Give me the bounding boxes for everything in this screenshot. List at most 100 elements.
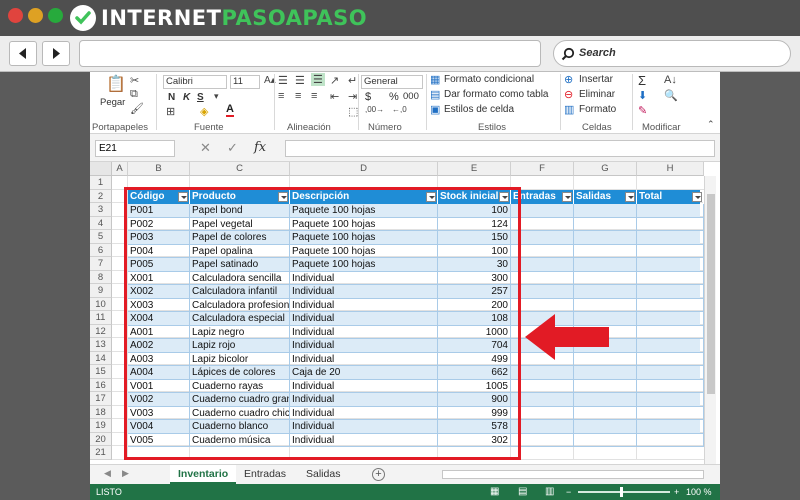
table-cell[interactable] [637,406,704,420]
zoom-slider[interactable] [578,487,670,497]
format-painter-icon[interactable]: 🖌 [130,102,144,115]
table-cell[interactable]: Individual [290,379,438,393]
filter-dropdown-icon[interactable] [562,192,572,202]
next-sheet-icon[interactable]: ▶ [122,468,129,479]
table-cell[interactable] [511,298,574,312]
table-cell[interactable]: Individual [290,339,438,353]
table-cell[interactable] [574,406,637,420]
table-cell[interactable] [511,393,574,407]
row-header[interactable]: 15 [90,365,112,379]
align-middle-icon[interactable]: ☰ [295,74,305,87]
row-header[interactable]: 17 [90,392,112,406]
autosum-button[interactable]: Σ [638,73,646,88]
table-cell[interactable] [574,204,637,218]
table-cell[interactable]: Papel satinado [190,258,290,272]
number-format-dropdown[interactable]: General [361,75,423,89]
find-select-icon[interactable]: 🔍 [664,89,678,102]
increase-indent-icon[interactable]: ⇥ [348,90,357,103]
table-cell[interactable]: 1005 [438,379,511,393]
table-cell[interactable]: V002 [128,393,190,407]
insert-cells-button[interactable]: Insertar [579,74,613,85]
table-cell[interactable] [511,433,574,447]
table-cell[interactable]: 578 [438,420,511,434]
align-top-icon[interactable]: ☰ [278,74,288,87]
scroll-thumb[interactable] [707,194,715,394]
align-left-icon[interactable]: ≡ [278,90,284,102]
horizontal-scrollbar[interactable] [442,470,704,479]
filter-dropdown-icon[interactable] [625,192,635,202]
confirm-formula-icon[interactable]: ✓ [227,140,238,156]
collapse-ribbon-icon[interactable]: ⌃ [707,119,715,130]
table-cell[interactable]: X003 [128,298,190,312]
table-cell[interactable] [574,217,637,231]
zoom-slider-thumb[interactable] [620,487,623,497]
table-cell[interactable] [637,312,704,326]
table-column-header[interactable]: Stock inicial [438,190,511,204]
table-cell[interactable] [511,379,574,393]
table-cell[interactable]: Calculadora especial [190,312,290,326]
table-cell[interactable]: Paquete 100 hojas [290,258,438,272]
row-header[interactable]: 8 [90,270,112,284]
zoom-level[interactable]: 100 % [686,484,712,500]
table-cell[interactable]: Lapiz bicolor [190,352,290,366]
table-cell[interactable]: Individual [290,285,438,299]
table-cell[interactable]: Papel bond [190,204,290,218]
table-cell[interactable]: A001 [128,325,190,339]
conditional-format-button[interactable]: Formato condicional [444,74,534,85]
row-header[interactable]: 21 [90,446,112,460]
table-cell[interactable]: X004 [128,312,190,326]
table-cell[interactable] [574,231,637,245]
table-cell[interactable] [574,258,637,272]
table-cell[interactable]: Papel de colores [190,231,290,245]
bold-button[interactable]: N [168,92,175,103]
table-cell[interactable] [574,433,637,447]
table-cell[interactable] [574,366,637,380]
prev-sheet-icon[interactable]: ◀ [104,468,111,479]
table-cell[interactable] [637,271,704,285]
table-cell[interactable] [637,217,704,231]
table-cell[interactable] [637,379,704,393]
table-cell[interactable]: Individual [290,298,438,312]
column-header[interactable]: E [438,162,511,176]
page-break-icon[interactable]: ▥ [545,484,554,500]
filter-dropdown-icon[interactable] [278,192,288,202]
row-header[interactable]: 18 [90,405,112,419]
table-cell[interactable]: 30 [438,258,511,272]
row-header[interactable]: 11 [90,311,112,325]
table-cell[interactable]: P004 [128,244,190,258]
table-column-header[interactable]: Descripción [290,190,438,204]
table-cell[interactable]: V004 [128,420,190,434]
table-cell[interactable] [511,231,574,245]
underline-button[interactable]: S [197,92,204,103]
minimize-window-button[interactable] [28,8,43,23]
table-cell[interactable] [574,420,637,434]
column-header[interactable]: H [637,162,704,176]
table-cell[interactable] [637,325,704,339]
table-cell[interactable]: 662 [438,366,511,380]
table-cell[interactable] [574,244,637,258]
table-cell[interactable]: Lapiz negro [190,325,290,339]
fill-icon[interactable]: ⬇ [638,89,647,102]
decrease-decimal-icon[interactable]: ←,0 [392,105,407,114]
table-cell[interactable]: 302 [438,433,511,447]
table-cell[interactable] [511,204,574,218]
table-cell[interactable]: Paquete 100 hojas [290,204,438,218]
row-header[interactable]: 6 [90,243,112,257]
table-cell[interactable] [637,258,704,272]
table-cell[interactable]: Papel opalina [190,244,290,258]
font-name-dropdown[interactable]: Calibri [163,75,227,89]
zoom-out-icon[interactable]: − [566,484,571,500]
align-bottom-icon[interactable]: ☰ [311,73,325,86]
formula-input[interactable] [285,140,715,157]
wrap-text-icon[interactable]: ↵ [348,74,357,87]
row-header[interactable]: 1 [90,176,112,190]
sort-filter-icon[interactable]: A↓ [664,74,677,86]
table-cell[interactable]: A004 [128,366,190,380]
table-cell[interactable] [511,366,574,380]
table-cell[interactable] [574,271,637,285]
paste-button[interactable]: Pegar [100,97,125,108]
table-cell[interactable]: Paquete 100 hojas [290,231,438,245]
column-header[interactable]: C [190,162,290,176]
table-column-header[interactable]: Total [637,190,704,204]
filter-dropdown-icon[interactable] [499,192,509,202]
